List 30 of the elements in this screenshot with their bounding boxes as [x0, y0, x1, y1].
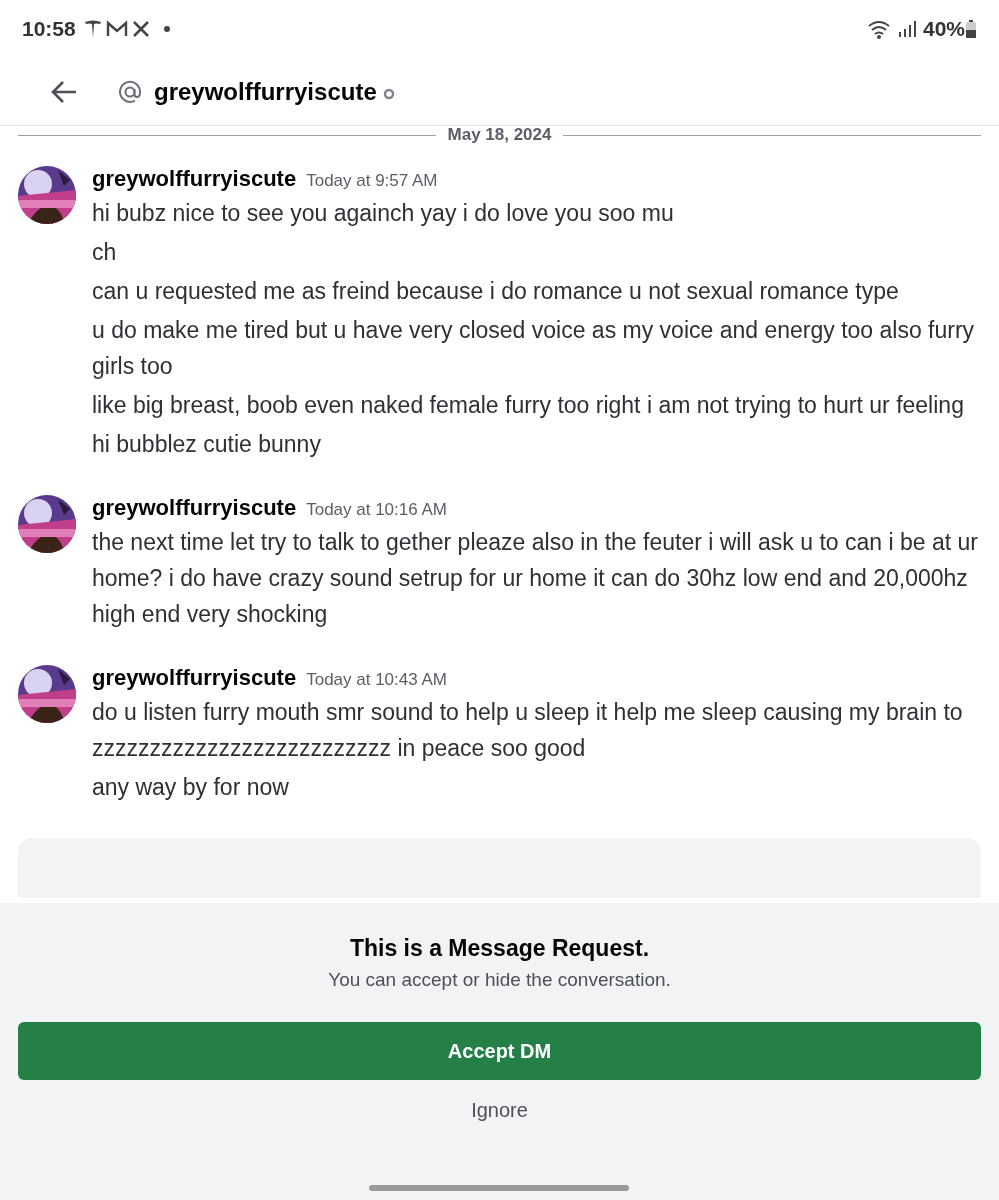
message-text: the next time let try to talk to gether pleaze also in the feuter i will ask u to can i be at ur home? i do have crazy sound setrup for ur home it can do 30hz low end and 20,000hz high end very shocking	[92, 528, 979, 629]
message-text: any way by for now	[92, 773, 290, 802]
request-subtitle: You can accept or hide the conversation.	[328, 967, 671, 992]
wifi-icon	[866, 19, 891, 39]
battery-icon	[965, 19, 977, 39]
message-text: ch	[92, 238, 118, 267]
x-icon	[131, 20, 150, 38]
status-time: 10:58	[22, 16, 76, 43]
author-name: greywolffurryiscute	[92, 165, 297, 193]
ignore-button[interactable]: Ignore	[465, 1094, 534, 1126]
date-divider: May 18, 2024	[446, 124, 553, 147]
message-timestamp: Today at 10:43 AM	[306, 669, 447, 691]
mail-icon	[105, 20, 128, 38]
author-name: greywolffurryiscute	[92, 494, 297, 522]
author-name: greywolffurryiscute	[92, 664, 297, 692]
status-icon	[382, 87, 395, 100]
notification-dot-icon	[163, 26, 170, 32]
signal-icon	[896, 20, 917, 38]
message-text: hi bubz nice to see you againch yay i do love you soo mu	[92, 199, 675, 228]
back-button[interactable]	[50, 79, 78, 104]
request-title: This is a Message Request.	[349, 934, 650, 963]
battery-percent: 40%	[922, 16, 965, 43]
accept-button[interactable]: Accept DM	[18, 1022, 981, 1080]
header-username: greywolffurryiscute	[154, 76, 377, 107]
message-text: can u requested me as freind because i do romance u not sexual romance type	[92, 277, 900, 306]
message-timestamp: Today at 9:57 AM	[306, 170, 438, 192]
at-sign-icon	[118, 79, 142, 104]
message-text: hi bubblez cutie bunny	[92, 430, 322, 459]
message-timestamp: Today at 10:16 AM	[306, 499, 447, 521]
message-text: like big breast, boob even naked female furry too right i am not trying to hurt ur feeling	[92, 391, 965, 420]
